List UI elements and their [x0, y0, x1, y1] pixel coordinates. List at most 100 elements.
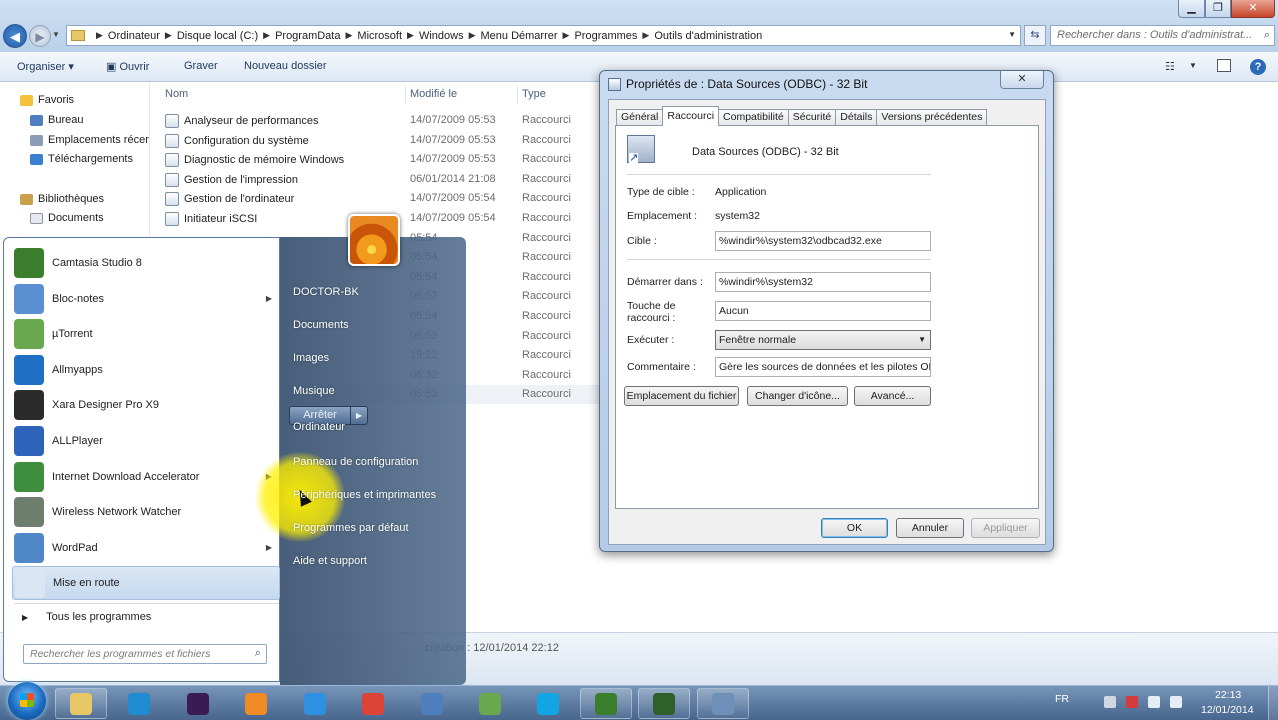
dialog-tab[interactable]: Général	[616, 109, 664, 126]
breadcrumb-item[interactable]: Microsoft	[357, 30, 402, 42]
nav-recent[interactable]: Emplacements récer	[30, 134, 149, 146]
start-menu-place[interactable]: Ordinateur	[293, 421, 345, 433]
clock-date[interactable]: 12/01/2014	[1201, 704, 1254, 716]
chevron-right-icon[interactable]: ▶	[469, 30, 476, 41]
chevron-right-icon[interactable]: ▶	[266, 543, 272, 552]
start-menu-app[interactable]: Mise en route	[12, 566, 280, 601]
file-row[interactable]: Gestion de l'impression 06/01/2014 21:08 R…	[162, 170, 602, 189]
taskbar-control-panel-button[interactable]	[697, 688, 749, 719]
back-button[interactable]: ◀	[3, 24, 27, 48]
file-row[interactable]: Diagnostic de mémoire Windows 14/07/2009 …	[162, 150, 602, 169]
organize-button[interactable]: Organiser ▾	[17, 60, 74, 73]
column-divider[interactable]	[517, 86, 518, 104]
taskbar-outlook-button[interactable]	[113, 688, 165, 719]
taskbar-media-player-button[interactable]	[230, 688, 282, 719]
dialog-tab[interactable]: Raccourci	[662, 106, 720, 126]
taskbar-premiere-button[interactable]	[172, 688, 224, 719]
start-menu-place[interactable]: Programmes par défaut	[293, 522, 409, 534]
breadcrumb-item[interactable]: Windows	[419, 30, 464, 42]
dialog-tab[interactable]: Sécurité	[787, 109, 837, 126]
nav-desktop[interactable]: Bureau	[30, 114, 83, 126]
open-file-location-button[interactable]: Emplacement du fichier	[624, 386, 739, 406]
nav-libraries[interactable]: Bibliothèques	[20, 193, 104, 205]
address-bar[interactable]: ▶ Ordinateur ▶ Disque local (C:) ▶ Progr…	[66, 25, 1021, 46]
comment-input[interactable]: Gère les sources de données et les pilot…	[715, 357, 931, 377]
chevron-down-icon[interactable]: ▼	[1189, 61, 1197, 70]
dialog-tab[interactable]: Compatibilité	[718, 109, 789, 126]
start-menu-place[interactable]: Panneau de configuration	[293, 456, 418, 468]
shortcut-key-input[interactable]: Aucun	[715, 301, 931, 321]
user-picture[interactable]	[348, 214, 400, 266]
breadcrumb-item[interactable]: Outils d'administration	[654, 30, 762, 42]
start-menu-app[interactable]: Internet Download Accelerator▶	[12, 460, 280, 494]
refresh-button[interactable]: ⇆	[1024, 25, 1046, 46]
chevron-right-icon[interactable]: ▶	[642, 30, 649, 41]
breadcrumb-item[interactable]: Disque local (C:)	[177, 30, 258, 42]
start-menu-app[interactable]: Bloc-notes ▶	[12, 282, 280, 316]
open-button[interactable]: ▣ Ouvrir	[106, 60, 149, 73]
dialog-close-button[interactable]: ✕	[1000, 71, 1044, 89]
taskbar-explorer-button[interactable]	[55, 688, 107, 719]
ok-button[interactable]: OK	[821, 518, 888, 538]
start-menu-place[interactable]: DOCTOR-BK	[293, 286, 359, 298]
file-row[interactable]: Analyseur de performances 14/07/2009 05:5…	[162, 111, 602, 130]
breadcrumb-item[interactable]: Menu Démarrer	[481, 30, 558, 42]
column-header-modified[interactable]: Modifié le	[410, 88, 457, 100]
breadcrumb-item[interactable]: Ordinateur	[108, 30, 160, 42]
taskbar-skype-button[interactable]	[522, 688, 574, 719]
search-input[interactable]: Rechercher dans : Outils d'administrat..…	[1050, 25, 1275, 46]
run-select[interactable]: Fenêtre normale ▼	[715, 330, 931, 350]
column-header-name[interactable]: Nom	[165, 88, 188, 100]
start-menu-app[interactable]: Allmyapps	[12, 353, 280, 387]
cancel-button[interactable]: Annuler	[896, 518, 964, 538]
start-button[interactable]	[8, 682, 46, 720]
burn-button[interactable]: Graver	[184, 60, 218, 72]
all-programs-button[interactable]: ▶ Tous les programmes	[22, 611, 151, 623]
shutdown-options-button[interactable]: ▶	[350, 406, 368, 425]
view-icon[interactable]: ☷	[1165, 60, 1175, 73]
start-menu-place[interactable]: Aide et support	[293, 555, 367, 567]
chevron-right-icon[interactable]: ▶	[263, 30, 270, 41]
new-folder-button[interactable]: Nouveau dossier	[244, 60, 327, 72]
minimize-button[interactable]: ▁	[1178, 0, 1205, 18]
show-desktop-button[interactable]	[1268, 686, 1278, 720]
maximize-button[interactable]: ❐	[1205, 0, 1231, 18]
start-menu-app[interactable]: Camtasia Studio 8	[12, 246, 280, 280]
antivirus-icon[interactable]	[1126, 696, 1138, 708]
start-menu-app[interactable]: ALLPlayer	[12, 424, 280, 458]
apply-button[interactable]: Appliquer	[971, 518, 1040, 538]
start-menu-place[interactable]: Périphériques et imprimantes	[293, 489, 436, 501]
forward-button[interactable]: ▶	[29, 25, 51, 47]
nav-downloads[interactable]: Téléchargements	[30, 153, 133, 165]
chevron-down-icon[interactable]: ▼	[1008, 30, 1016, 39]
taskbar-chrome-button[interactable]	[347, 688, 399, 719]
column-divider[interactable]	[405, 86, 406, 104]
start-menu-place[interactable]: Documents	[293, 319, 349, 331]
history-dropdown[interactable]: ▼	[52, 30, 60, 39]
taskbar-network-button[interactable]	[406, 688, 458, 719]
file-row[interactable]: Configuration du système 14/07/2009 05:53…	[162, 131, 602, 150]
chevron-right-icon[interactable]: ▶	[407, 30, 414, 41]
chevron-right-icon[interactable]: ▶	[96, 30, 103, 41]
nav-documents[interactable]: Documents	[30, 212, 104, 224]
start-menu-place[interactable]: Images	[293, 352, 329, 364]
column-header-type[interactable]: Type	[522, 88, 546, 100]
action-center-icon[interactable]	[1104, 696, 1116, 708]
dialog-tab[interactable]: Versions précédentes	[876, 109, 988, 126]
start-menu-place[interactable]: Musique	[293, 385, 335, 397]
chevron-right-icon[interactable]: ▶	[165, 30, 172, 41]
breadcrumb-item[interactable]: Programmes	[574, 30, 637, 42]
breadcrumb-item[interactable]: ProgramData	[275, 30, 340, 42]
start-menu-app[interactable]: WordPad ▶	[12, 531, 280, 565]
start-menu-app[interactable]: Wireless Network Watcher	[12, 495, 280, 529]
start-menu-app[interactable]: Xara Designer Pro X9	[12, 388, 280, 422]
taskbar-utorrent-button[interactable]	[464, 688, 516, 719]
chevron-right-icon[interactable]: ▶	[563, 30, 570, 41]
start-in-input[interactable]: %windir%\system32	[715, 272, 931, 292]
preview-pane-icon[interactable]	[1217, 59, 1231, 72]
chevron-right-icon[interactable]: ▶	[266, 294, 272, 303]
network-signal-icon[interactable]	[1148, 696, 1160, 708]
taskbar-internet-explorer-button[interactable]	[289, 688, 341, 719]
chevron-right-icon[interactable]: ▶	[345, 30, 352, 41]
dialog-tab[interactable]: Détails	[835, 109, 878, 126]
